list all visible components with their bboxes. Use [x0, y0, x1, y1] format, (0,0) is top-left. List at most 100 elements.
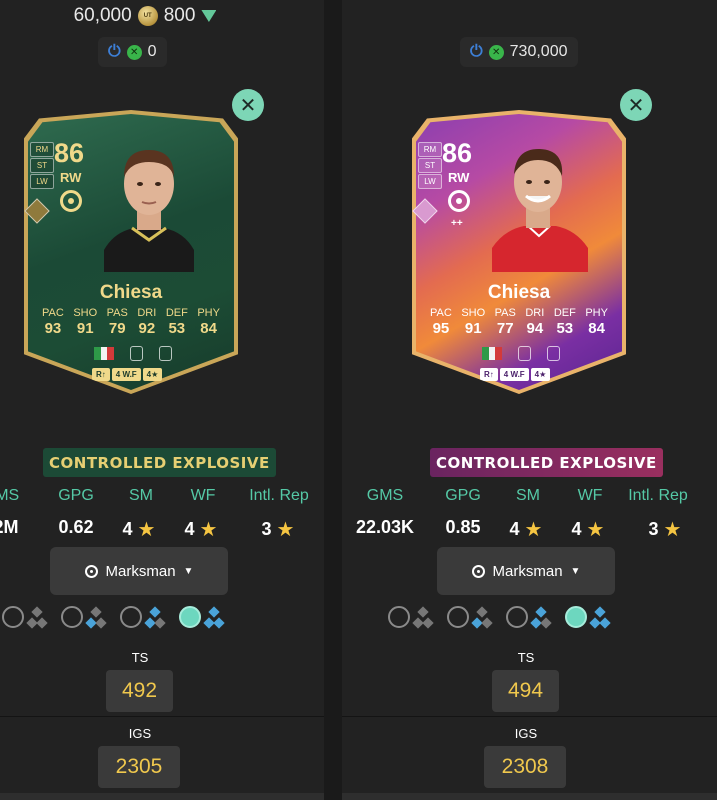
chem-option-3[interactable] — [179, 605, 225, 629]
radio-icon — [120, 606, 142, 628]
chip: 4★ — [142, 368, 163, 381]
stat-value: 22M — [0, 517, 19, 537]
caret-down-icon: ▼ — [183, 565, 194, 577]
stat-value: 91 — [76, 320, 94, 337]
player-photo — [104, 150, 194, 272]
star-icon: ★ — [137, 519, 156, 541]
radio-icon — [61, 606, 83, 628]
divider — [342, 716, 717, 717]
chip: 4★ — [530, 368, 551, 381]
card-flags — [482, 346, 560, 361]
card-stat: PAC 93 — [42, 307, 64, 337]
chip: 4 W.F — [499, 368, 529, 381]
radio-icon — [2, 606, 24, 628]
stat-header: GMS — [366, 487, 404, 504]
italy-flag-icon — [482, 347, 503, 360]
chem-option-1[interactable] — [447, 605, 493, 629]
playstyle-plus-label: ++ — [451, 218, 463, 229]
stat-label: PAC — [42, 307, 64, 319]
stat-value: 84 — [200, 320, 217, 337]
igs-label: IGS — [514, 726, 538, 741]
stat-value-number: 3 — [648, 519, 659, 539]
ts-value: 494 — [492, 670, 559, 712]
chem-option-1[interactable] — [61, 605, 107, 629]
chem-option-3[interactable] — [565, 605, 611, 629]
igs-value: 2305 — [98, 746, 180, 788]
card-rating: 86 — [54, 138, 85, 168]
card-player-name: Chiesa — [487, 282, 551, 303]
compare-panel-left: 60,000 UT 800 ⏻ ✕ 0 ✕ 86 RW RM ST LW Chi… — [0, 0, 324, 800]
card-stat: DEF 53 — [166, 307, 188, 337]
stat-value-number: 4 — [509, 519, 520, 539]
chem-style-dropdown[interactable]: Marksman ▼ — [437, 547, 615, 595]
chem-diamonds-icon — [85, 605, 107, 629]
stat-value: 79 — [108, 320, 126, 337]
stat-value: 4 ★ — [510, 517, 543, 542]
card-stat: PAS 77 — [495, 307, 516, 337]
stat-value-number: 3 — [261, 519, 272, 539]
stats-values: 22.03K 0.85 4 ★ 4 ★ 3 ★ — [342, 517, 717, 543]
card-flags — [94, 346, 172, 361]
chem-option-2[interactable] — [120, 605, 166, 629]
marksman-chem-icon — [471, 564, 485, 578]
player-card[interactable]: 86 RW RM ST LW ++ Chiesa PAC 95 SHO 91 PAS… — [412, 110, 626, 394]
stat-value-number: 4 — [184, 519, 195, 539]
stat-header: GPG — [58, 487, 94, 504]
card-stats: PAC 93 SHO 91 PAS 79 DRI 92 DEF 53 PHY 84 — [42, 307, 220, 337]
platform-price-pill: ⏻ ✕ 730,000 — [460, 37, 578, 67]
points-value: 800 — [163, 5, 196, 26]
stat-header: Intl. Rep — [628, 487, 688, 504]
remove-card-button[interactable]: ✕ — [232, 89, 264, 121]
star-icon: ★ — [586, 519, 605, 541]
chem-option-2[interactable] — [506, 605, 552, 629]
stat-value: 4 ★ — [572, 517, 605, 542]
chem-option-0[interactable] — [388, 605, 434, 629]
playstyle-label: CONTROLLED EXPLOSIVE — [430, 448, 663, 477]
stats-headers: GMS GPG SM WF Intl. Rep — [342, 487, 717, 513]
stat-value: 53 — [556, 320, 574, 337]
bottom-bar — [342, 793, 717, 800]
stats-table: GMS GPG SM WF Intl. Rep 22M 0.62 4★ 4★ 3… — [0, 487, 324, 543]
chem-option-0[interactable] — [2, 605, 48, 629]
stat-label: PAS — [494, 307, 516, 319]
xbox-icon: ✕ — [126, 44, 142, 60]
card-rating: 86 — [442, 138, 473, 168]
star-icon: ★ — [276, 519, 295, 541]
chem-diamonds-icon — [26, 605, 48, 629]
coin-icon: UT — [137, 6, 158, 26]
chem-diamonds-icon — [144, 605, 166, 629]
marksman-chem-icon — [84, 564, 98, 578]
alt-position: RM — [418, 142, 442, 157]
chem-diamonds-icon — [589, 605, 611, 629]
alt-position: LW — [418, 174, 442, 189]
alt-positions: RM ST LW — [418, 142, 442, 189]
chem-style-label: Marksman — [492, 562, 563, 580]
ts-label: TS — [517, 650, 535, 665]
stat-value: 22.03K — [355, 517, 415, 537]
league-icon — [518, 346, 531, 361]
player-photo — [492, 148, 588, 272]
chem-diamonds-icon — [203, 605, 225, 629]
stat-value: 0.85 — [445, 517, 481, 537]
card-chips: R↑ 4 W.F 4★ — [480, 368, 551, 381]
remove-card-button[interactable]: ✕ — [620, 89, 652, 121]
caret-down-icon: ▼ — [570, 565, 581, 577]
points-icon — [201, 10, 217, 22]
chem-style-dropdown[interactable]: Marksman ▼ — [50, 547, 228, 595]
chem-diamonds-icon — [412, 605, 434, 629]
radio-icon — [388, 606, 410, 628]
stat-header: SM — [516, 487, 540, 504]
compare-panel-right: ⏻ ✕ 730,000 ✕ 86 RW RM ST LW ++ Chiesa P… — [342, 0, 717, 800]
platform-price: 0 — [147, 43, 157, 60]
stats-table: GMS GPG SM WF Intl. Rep 22.03K 0.85 4 ★ 4… — [342, 487, 717, 543]
player-card[interactable]: 86 RW RM ST LW Chiesa PAC 93 SHO 91 PAS 79 … — [24, 110, 238, 394]
stat-header: GMS — [0, 487, 20, 504]
card-stat: PHY 84 — [585, 307, 608, 337]
stat-value: 91 — [464, 320, 482, 337]
card-position: RW — [448, 170, 470, 185]
stats-values: 22M 0.62 4★ 4★ 3★ — [0, 517, 324, 543]
playstyle-plus-icon — [60, 190, 82, 212]
stat-header: GPG — [445, 487, 481, 504]
card-stat: PHY 84 — [197, 307, 220, 337]
club-icon — [547, 346, 560, 361]
